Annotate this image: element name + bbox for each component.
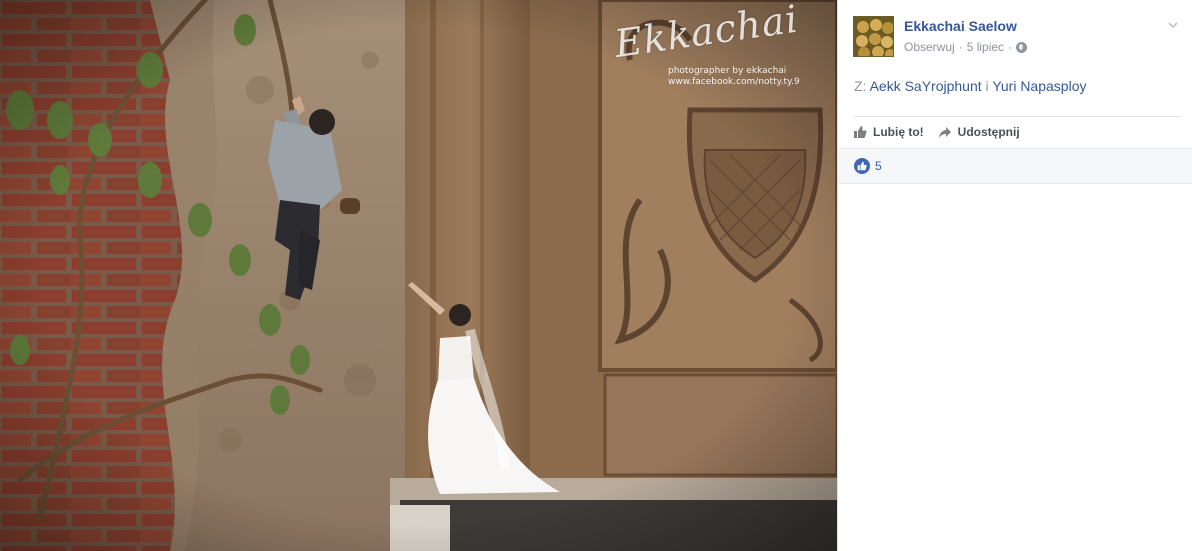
like-count[interactable]: 5 xyxy=(875,159,882,173)
with-prefix: Z: xyxy=(854,78,867,94)
post-actions: Lubię to! Udostępnij xyxy=(853,116,1182,147)
tagged-joiner: i xyxy=(985,78,989,94)
follow-link[interactable]: Obserwuj xyxy=(904,40,955,54)
post-date[interactable]: 5 lipiec xyxy=(967,40,1004,54)
tagged-person-1[interactable]: Aekk SaYrojphunt xyxy=(870,78,982,94)
tagged-people: Z: Aekk SaYrojphunt i Yuri Napasploy xyxy=(854,78,1086,94)
avatar[interactable] xyxy=(853,16,894,57)
like-label: Lubię to! xyxy=(873,125,924,139)
post-photo[interactable]: Ekkachai photographer by ekkachai www.fa… xyxy=(0,0,837,551)
share-arrow-icon xyxy=(938,127,951,138)
share-label: Udostępnij xyxy=(957,125,1020,139)
avatar-image xyxy=(854,17,893,56)
watermark-credit: photographer by ekkachai xyxy=(668,66,787,76)
watermark-url: www.facebook.com/notty.ty.9 xyxy=(668,77,800,87)
post-side-panel: Ekkachai Saelow Obserwuj · 5 lipiec · Z:… xyxy=(837,0,1192,551)
thumbs-up-small-icon xyxy=(857,161,867,171)
author-name[interactable]: Ekkachai Saelow xyxy=(904,18,1017,34)
thumbs-up-icon xyxy=(854,126,867,138)
chevron-down-icon[interactable] xyxy=(1168,20,1178,30)
globe-icon[interactable] xyxy=(1016,41,1028,53)
like-reaction-icon[interactable] xyxy=(854,158,870,174)
meta-separator: · xyxy=(958,40,963,54)
like-button[interactable]: Lubię to! xyxy=(853,125,924,139)
share-button[interactable]: Udostępnij xyxy=(938,125,1020,139)
meta-separator-2: · xyxy=(1008,40,1013,54)
photo-watermark: Ekkachai photographer by ekkachai www.fa… xyxy=(612,0,818,88)
tagged-person-2[interactable]: Yuri Napasploy xyxy=(992,78,1086,94)
post-meta: Obserwuj · 5 lipiec · xyxy=(904,40,1028,54)
reactions-bar: 5 xyxy=(838,148,1192,184)
